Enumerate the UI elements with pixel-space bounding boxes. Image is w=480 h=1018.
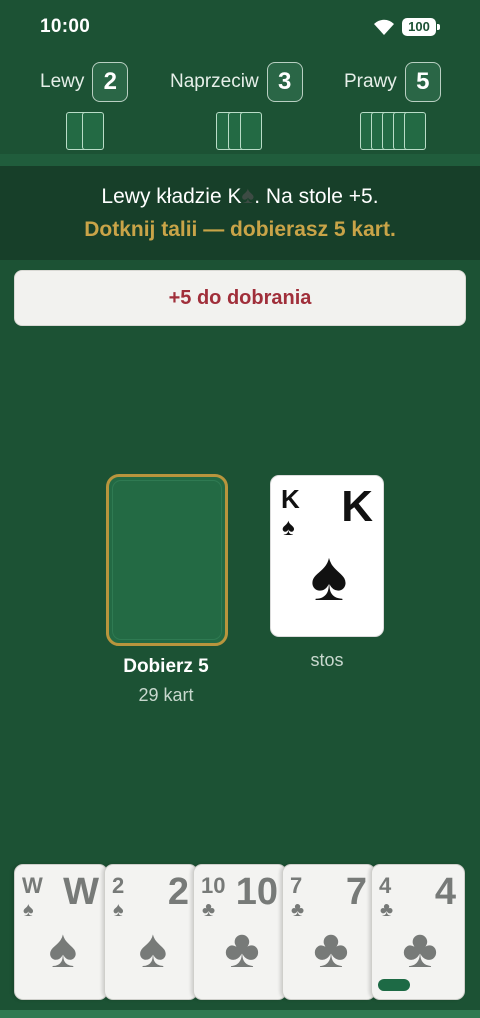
card-rank-large: K [341,482,373,531]
spade-icon: ♠ [48,919,78,979]
spade-icon: ♠ [113,899,124,921]
player-hand: W ♠ W ♠ 2 ♠ 2 ♠ 10 ♣ 10 ♣ 7 ♣ 7 ♣ 4 ♣ 4 … [0,862,480,1018]
player-across-name: Naprzeciw [170,71,259,92]
card-back [240,112,262,150]
battery-indicator: 100 [402,18,440,36]
divider [0,154,480,166]
player-right-card-count: 5 [404,62,441,102]
opponents-bar: Lewy 2 Naprzeciw 3 Prawy 5 [0,56,480,154]
message-text: Lewy kładzie K [101,185,242,208]
status-time: 10:00 [40,16,91,37]
player-left: Lewy 2 [40,62,129,150]
player-right: Prawy 5 [344,62,441,150]
card-rank-large: 10 [235,871,278,913]
player-across: Naprzeciw 3 [170,62,303,150]
card-rank-large: W [63,871,99,913]
player-left-card-count: 2 [92,62,129,102]
player-left-name: Lewy [40,71,85,92]
club-icon: ♣ [313,919,349,979]
draw-deck-count: 29 kart [138,685,194,705]
card-rank: W [22,873,43,898]
spade-icon: ♠ [23,899,34,921]
wifi-icon [374,19,394,35]
discard-pile-label: stos [310,650,344,670]
spade-icon: ♠ [282,514,295,541]
hand-card[interactable]: 7 ♣ 7 ♣ [282,864,376,1000]
card-rank: 2 [112,873,125,898]
player-across-card-count: 3 [266,62,303,102]
spade-icon: ♠ [310,537,348,615]
card-back [82,112,104,150]
status-bar: 10:00 100 [0,0,480,56]
card-rank: K [281,484,300,514]
card-rank-large: 7 [345,871,367,913]
deck-back [112,480,222,640]
draw-deck[interactable] [106,474,228,646]
turn-message-main: Lewy kładzie K♠. Na stole +5. [0,182,480,210]
turn-message: Lewy kładzie K♠. Na stole +5. Dotknij ta… [0,166,480,260]
card-back [404,112,426,150]
selection-indicator [378,979,410,991]
hand-card[interactable]: 2 ♠ 2 ♠ [104,864,198,1000]
card-rank: 7 [290,873,303,898]
hand-card[interactable]: 10 ♣ 10 ♣ [193,864,287,1000]
spade-icon: ♠ [138,919,168,979]
message-text: . Na stole +5. [254,185,379,208]
hand-card[interactable]: 4 ♣ 4 ♣ [371,864,465,1000]
card-rank-large: 2 [167,871,189,913]
club-icon: ♣ [402,919,438,979]
discard-pile-top-card: K ♠ K ♠ [270,475,384,637]
penalty-banner: +5 do dobrania [14,270,466,326]
draw-deck-label: Dobierz 5 [123,656,209,677]
spade-icon: ♠ [241,182,255,209]
turn-message-hint: Dotknij talii — dobierasz 5 kart. [84,218,396,241]
card-rank: 4 [379,873,392,898]
club-icon: ♣ [224,919,260,979]
bottom-edge [0,1010,480,1018]
card-rank: 10 [201,873,226,898]
hand-card[interactable]: W ♠ W ♠ [14,864,108,1000]
player-right-name: Prawy [344,71,397,92]
card-rank-large: 4 [434,871,456,913]
